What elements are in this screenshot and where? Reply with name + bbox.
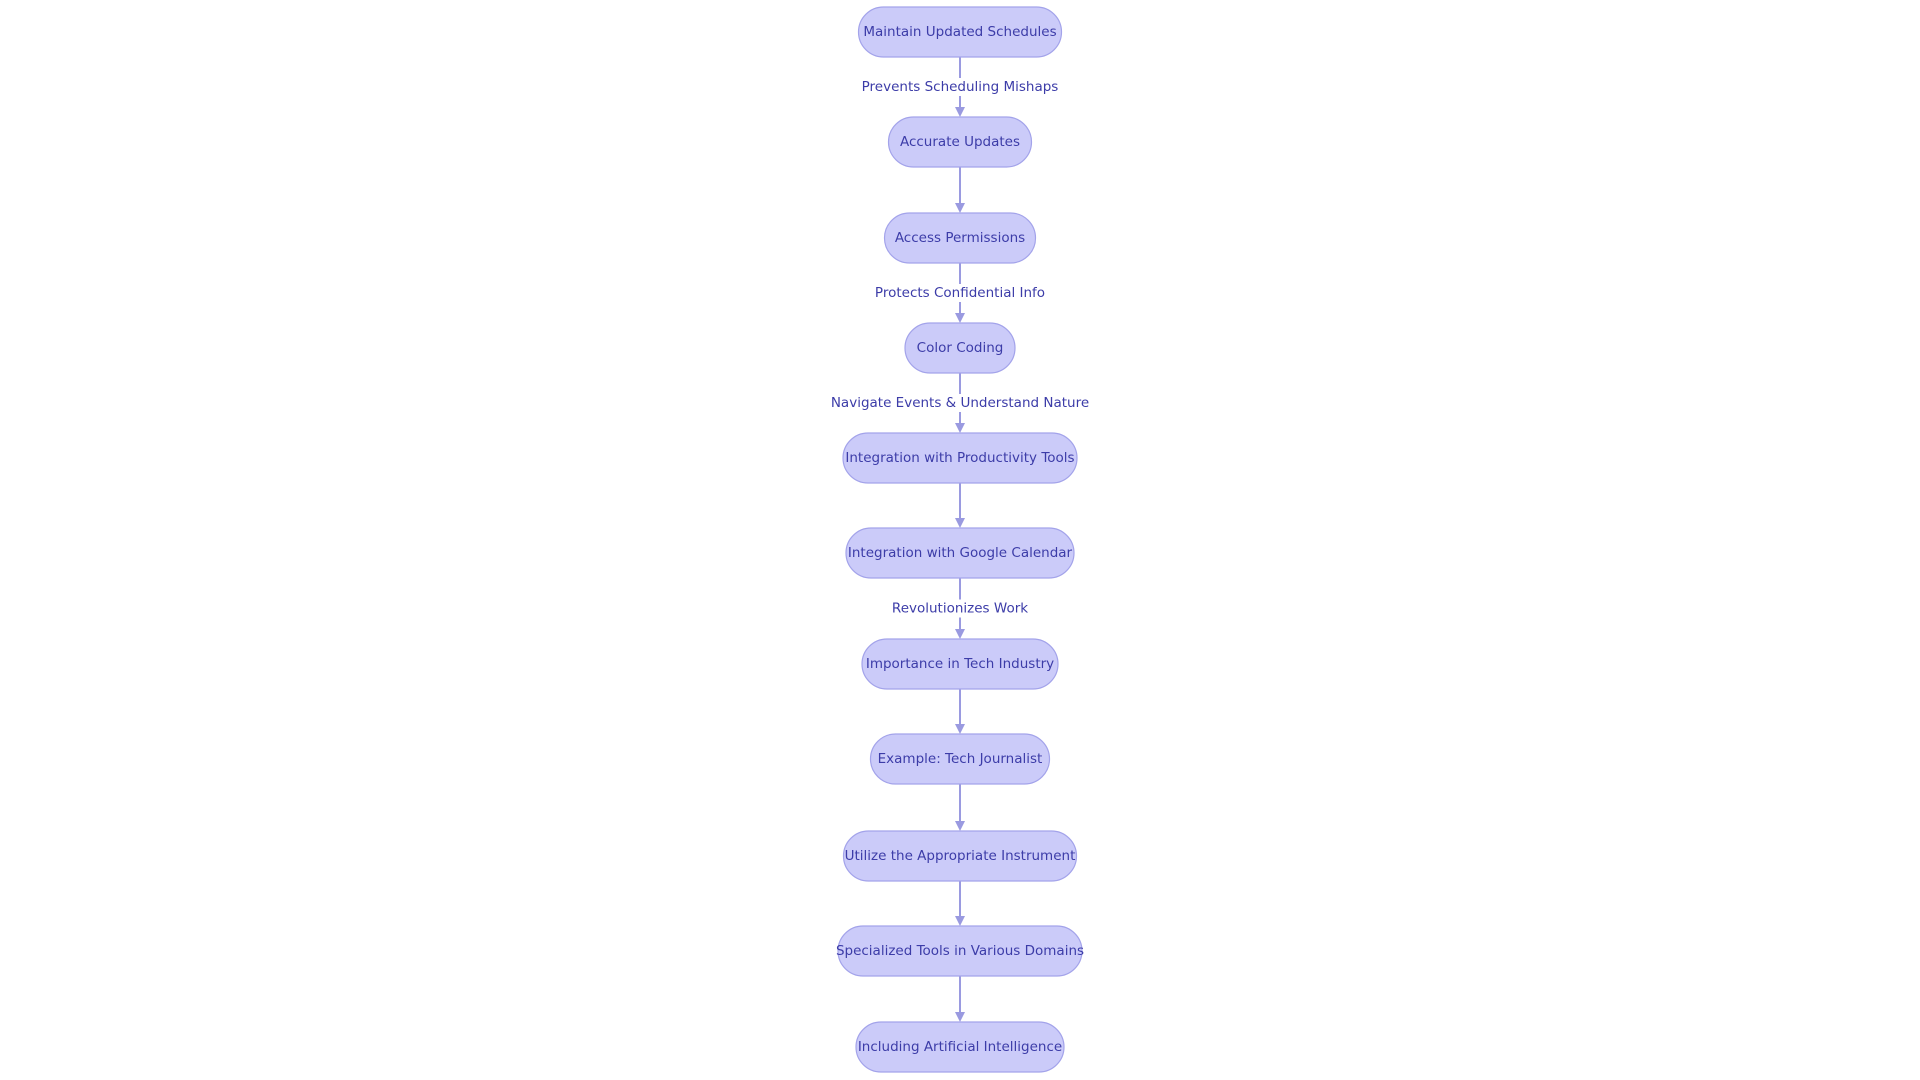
edge-arrow (955, 167, 965, 213)
node-label: Integration with Google Calendar (848, 545, 1073, 561)
flowchart-node: Specialized Tools in Various Domains (836, 925, 1084, 977)
node-label: Including Artificial Intelligence (858, 1039, 1062, 1055)
flowchart-node: Access Permissions (883, 212, 1037, 264)
flowchart-node: Accurate Updates (887, 116, 1033, 168)
edge-label-text: Navigate Events & Understand Nature (831, 395, 1089, 411)
arrowhead-icon (955, 821, 965, 831)
flowchart-node: Maintain Updated Schedules (857, 6, 1063, 58)
edge-arrow (955, 689, 965, 734)
flowchart-node: Example: Tech Journalist (869, 733, 1051, 785)
edge-label-text: Revolutionizes Work (892, 601, 1028, 617)
arrowhead-icon (955, 313, 965, 323)
edge-label-text: Protects Confidential Info (875, 285, 1045, 301)
node-label: Example: Tech Journalist (878, 751, 1043, 767)
edge-label: Prevents Scheduling Mishaps (853, 78, 1067, 96)
arrowhead-icon (955, 203, 965, 213)
flowchart-node: Importance in Tech Industry (861, 638, 1059, 690)
arrowhead-icon (955, 423, 965, 433)
flowchart-node: Integration with Productivity Tools (842, 432, 1078, 484)
edge-label: Protects Confidential Info (857, 284, 1063, 302)
edge-arrow (955, 881, 965, 926)
flowchart-node: Integration with Google Calendar (845, 527, 1075, 579)
arrowhead-icon (955, 518, 965, 528)
node-label: Access Permissions (895, 230, 1025, 246)
arrowhead-icon (955, 724, 965, 734)
node-label: Integration with Productivity Tools (845, 450, 1074, 466)
arrowhead-icon (955, 916, 965, 926)
node-label: Utilize the Appropriate Instrument (845, 848, 1076, 864)
edge-arrow (955, 784, 965, 831)
edge-arrow (955, 483, 965, 528)
node-label: Maintain Updated Schedules (863, 24, 1056, 40)
flowchart-canvas: Prevents Scheduling Mishaps Protects Conf… (823, 6, 1097, 1073)
node-label: Specialized Tools in Various Domains (836, 943, 1084, 959)
node-label: Accurate Updates (900, 134, 1020, 150)
arrowhead-icon (955, 107, 965, 117)
arrowhead-icon (955, 1012, 965, 1022)
edge-label: Navigate Events & Understand Nature (823, 394, 1097, 412)
node-label: Importance in Tech Industry (866, 656, 1054, 672)
edge-arrow (955, 976, 965, 1022)
flowchart-node: Utilize the Appropriate Instrument (842, 830, 1078, 882)
arrowhead-icon (955, 629, 965, 639)
node-label: Color Coding (917, 340, 1004, 356)
edge-label: Revolutionizes Work (883, 599, 1037, 618)
edge-label-text: Prevents Scheduling Mishaps (862, 79, 1059, 95)
flowchart-node: Color Coding (904, 322, 1016, 374)
flowchart-node: Including Artificial Intelligence (855, 1021, 1065, 1073)
